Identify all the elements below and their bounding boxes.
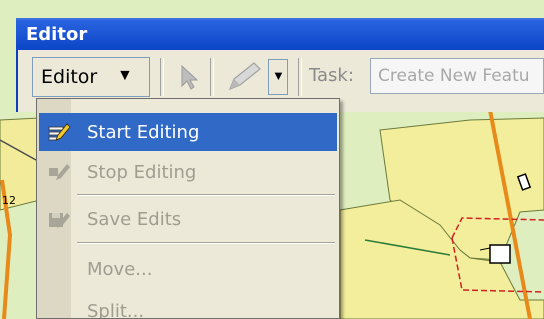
menu-item-label: Split... [87,301,145,319]
editor-dropdown-menu: Start Editing Stop Editing Save Edits Mo… [36,98,340,319]
save-edits-icon [49,213,70,228]
dropdown-arrow-icon: ▼ [117,67,133,84]
menu-item-start-editing[interactable]: Start Editing [39,113,337,151]
menu-item-save-edits[interactable]: Save Edits [39,200,337,238]
window-title: Editor [26,24,88,45]
menu-item-label: Stop Editing [87,162,197,183]
map-label: 12 [2,194,16,207]
menu-item-split[interactable]: Split... [39,292,337,319]
menu-item-stop-editing[interactable]: Stop Editing [39,153,337,191]
toolbar-separator [210,58,214,96]
task-dropdown[interactable]: Create New Featu [370,58,544,94]
editor-menu-label: Editor [41,66,98,88]
edit-tool-pointer-icon[interactable] [178,64,202,90]
menu-item-label: Start Editing [87,122,200,143]
sketch-tool-dropdown[interactable]: ▼ [268,59,288,95]
task-value: Create New Featu [378,66,530,86]
menu-item-label: Save Edits [87,209,182,230]
title-bar[interactable]: Editor [16,20,544,50]
toolbar-separator [160,58,164,96]
sketch-tool-pencil-icon[interactable] [220,59,268,95]
toolbar-separator [298,58,302,96]
menu-item-label: Move... [87,259,153,280]
task-label: Task: [309,65,354,86]
editor-menu-button[interactable]: Editor ▼ [32,57,150,97]
menu-item-move[interactable]: Move... [39,250,337,288]
start-editing-icon [48,123,71,141]
menu-separator [77,242,335,244]
stop-editing-icon [49,164,70,180]
menu-separator [77,194,335,196]
dropdown-arrow-icon: ▼ [272,68,285,83]
